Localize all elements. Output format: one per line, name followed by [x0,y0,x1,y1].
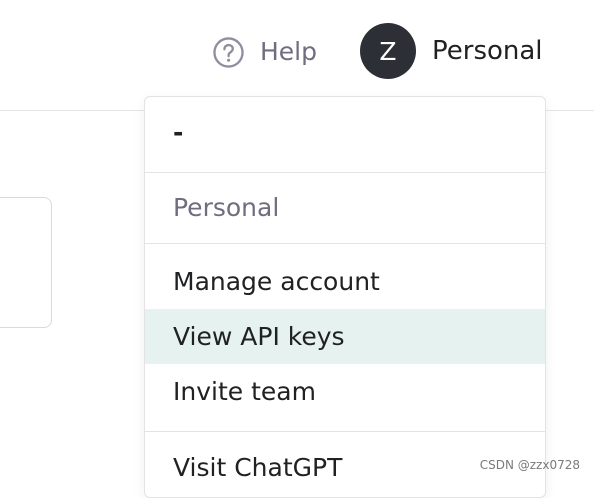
avatar-initial: Z [379,36,397,66]
manage-account-link[interactable]: Manage account [145,254,545,309]
view-api-keys-link[interactable]: View API keys [145,309,545,364]
account-label: Personal [432,36,543,66]
org-name[interactable]: Personal [145,173,545,243]
avatar: Z [360,23,416,79]
account-menu-button[interactable]: Z Personal [360,23,543,79]
help-label: Help [260,37,317,66]
watermark: CSDN @zzx0728 [479,458,580,472]
account-dropdown-menu: - Personal Manage account View API keys … [144,96,546,498]
question-circle-icon [213,36,244,68]
top-header: Help Z Personal [0,0,594,111]
dropdown-links-section: Manage account View API keys Invite team [145,244,545,432]
help-button[interactable]: Help [213,34,317,70]
background-card [0,197,52,328]
invite-team-link[interactable]: Invite team [145,364,545,419]
dropdown-user-section: - [145,97,545,173]
dropdown-org-section: Personal [145,173,545,244]
user-name: - [173,118,184,147]
